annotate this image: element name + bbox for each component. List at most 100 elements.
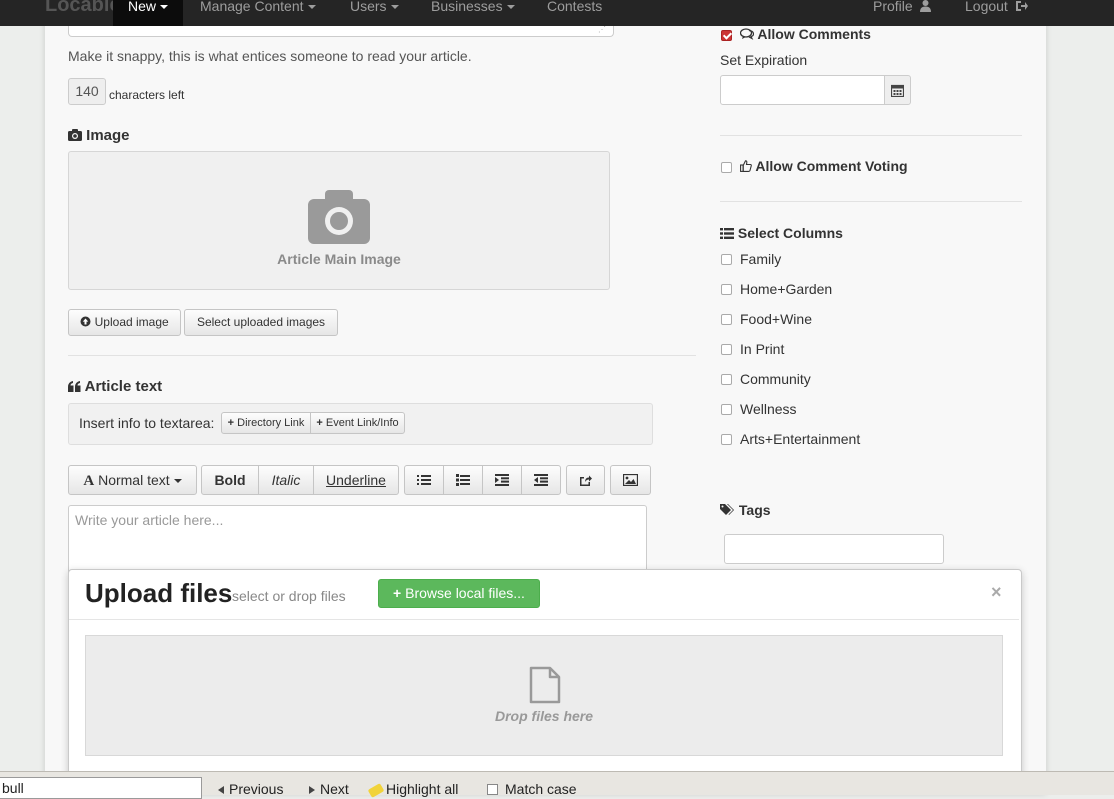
allow-comments-text: Allow Comments: [757, 26, 871, 42]
allow-voting-checkbox[interactable]: [721, 162, 732, 173]
picture-icon: [622, 473, 639, 487]
column-label-arts-entertainment[interactable]: Arts+Entertainment: [740, 431, 860, 447]
allow-voting-label[interactable]: Allow Comment Voting: [740, 158, 908, 174]
arrow-right-icon: [309, 786, 315, 795]
upload-files-modal: Upload files select or drop files + Brow…: [68, 569, 1022, 781]
tags-input[interactable]: [724, 534, 944, 564]
nav-contests-label: Contests: [547, 0, 603, 14]
tags-title: Tags: [720, 502, 771, 518]
drop-files-label: Drop files here: [494, 708, 594, 724]
find-next-button[interactable]: Next: [309, 781, 349, 797]
plus-icon: +: [316, 417, 323, 429]
find-input[interactable]: bull: [0, 777, 202, 799]
summary-help-text: Make it snappy, this is what entices som…: [68, 48, 472, 64]
article-text-title-text: Article text: [84, 378, 163, 395]
plus-icon: +: [393, 585, 402, 601]
modal-header-divider: [69, 619, 1019, 620]
allow-comments-checkbox[interactable]: [721, 30, 732, 41]
column-label-family[interactable]: Family: [740, 251, 781, 267]
browse-local-files-button[interactable]: + Browse local files...: [378, 579, 540, 608]
insert-link-button[interactable]: [566, 465, 605, 495]
nav-contests[interactable]: Contests: [547, 0, 602, 26]
event-link-button[interactable]: + Event Link/Info: [310, 412, 405, 434]
list-ul-icon: [417, 475, 431, 485]
directory-link-button[interactable]: + Directory Link: [221, 412, 311, 434]
nav-users[interactable]: Users: [350, 0, 399, 26]
list-icon: [720, 228, 734, 239]
indent-button[interactable]: [482, 465, 522, 495]
column-checkbox-community[interactable]: [721, 374, 732, 385]
nav-profile-label: Profile: [873, 0, 913, 14]
insert-image-button[interactable]: [610, 465, 651, 495]
nav-manage-content[interactable]: Manage Content: [200, 0, 316, 26]
expiration-date-input[interactable]: [720, 75, 885, 105]
font-icon: A: [83, 473, 95, 489]
select-uploaded-images-button[interactable]: Select uploaded images: [184, 309, 338, 336]
tags-icon: [720, 504, 734, 515]
column-label-in-print[interactable]: In Print: [740, 341, 784, 357]
calendar-button[interactable]: [884, 75, 911, 105]
find-previous-button[interactable]: Previous: [218, 781, 283, 797]
file-icon: [529, 666, 561, 704]
column-checkbox-family[interactable]: [721, 254, 732, 265]
column-label-wellness[interactable]: Wellness: [740, 401, 797, 417]
nav-users-label: Users: [350, 0, 387, 14]
brand-logo[interactable]: Locable: [45, 0, 121, 17]
column-checkbox-in-print[interactable]: [721, 344, 732, 355]
underline-button[interactable]: Underline: [313, 465, 399, 495]
column-checkbox-home-garden[interactable]: [721, 284, 732, 295]
resize-handle-icon[interactable]: ⋰: [598, 25, 607, 34]
select-columns-title: Select Columns: [720, 225, 843, 241]
nav-manage-content-label: Manage Content: [200, 0, 304, 14]
find-next-label: Next: [320, 781, 349, 797]
upload-image-button[interactable]: Upload image: [68, 309, 181, 336]
character-count-suffix: characters left: [109, 88, 185, 102]
match-case-checkbox[interactable]: [487, 784, 498, 795]
nav-businesses-label: Businesses: [431, 0, 503, 14]
caret-down-icon: [390, 5, 399, 10]
caret-down-icon: [307, 5, 316, 10]
unordered-list-button[interactable]: [404, 465, 444, 495]
file-drop-zone[interactable]: Drop files here: [85, 635, 1003, 756]
column-label-food-wine[interactable]: Food+Wine: [740, 311, 812, 327]
nav-new[interactable]: New: [113, 0, 184, 26]
ordered-list-button[interactable]: [443, 465, 483, 495]
column-label-home-garden[interactable]: Home+Garden: [740, 281, 832, 297]
image-placeholder-label: Article Main Image: [277, 251, 401, 267]
character-count-badge: 140: [68, 78, 106, 105]
select-columns-title-text: Select Columns: [737, 225, 843, 241]
nav-new-label: New: [128, 0, 157, 14]
allow-comments-label[interactable]: Allow Comments: [739, 26, 871, 42]
comments-icon: [739, 28, 755, 40]
column-checkbox-wellness[interactable]: [721, 404, 732, 415]
match-case-label[interactable]: Match case: [505, 781, 577, 797]
arrow-left-icon: [218, 786, 224, 795]
camera-icon: [308, 190, 370, 244]
find-previous-label: Previous: [229, 781, 284, 797]
upload-modal-subtitle: select or drop files: [232, 588, 346, 604]
thumbs-up-icon: [740, 160, 752, 172]
caret-down-icon: [173, 479, 182, 484]
outdent-button[interactable]: [521, 465, 561, 495]
nav-logout-label: Logout: [965, 0, 1008, 14]
column-checkbox-arts-entertainment[interactable]: [721, 434, 732, 445]
nav-logout[interactable]: Logout: [965, 0, 1028, 26]
highlight-all-button[interactable]: Highlight all: [367, 781, 458, 798]
arrow-circle-up-icon: [80, 316, 91, 327]
article-text-title: Article text: [68, 378, 162, 395]
close-icon[interactable]: ×: [991, 582, 1002, 603]
browser-find-bar: bull Previous Next Highlight all Match c…: [0, 771, 1114, 799]
indent-icon: [495, 474, 509, 486]
column-checkbox-food-wine[interactable]: [721, 314, 732, 325]
normal-text-dropdown[interactable]: A Normal text: [68, 465, 197, 495]
column-label-community[interactable]: Community: [740, 371, 811, 387]
allow-voting-text: Allow Comment Voting: [755, 158, 908, 174]
nav-profile[interactable]: Profile: [873, 0, 931, 26]
quote-icon: [68, 381, 81, 392]
normal-text-label: Normal text: [98, 472, 170, 488]
bold-button[interactable]: Bold: [201, 465, 259, 495]
image-placeholder[interactable]: Article Main Image: [68, 151, 610, 290]
nav-businesses[interactable]: Businesses: [431, 0, 515, 26]
upload-modal-title: Upload files: [85, 578, 233, 608]
italic-button[interactable]: Italic: [258, 465, 314, 495]
